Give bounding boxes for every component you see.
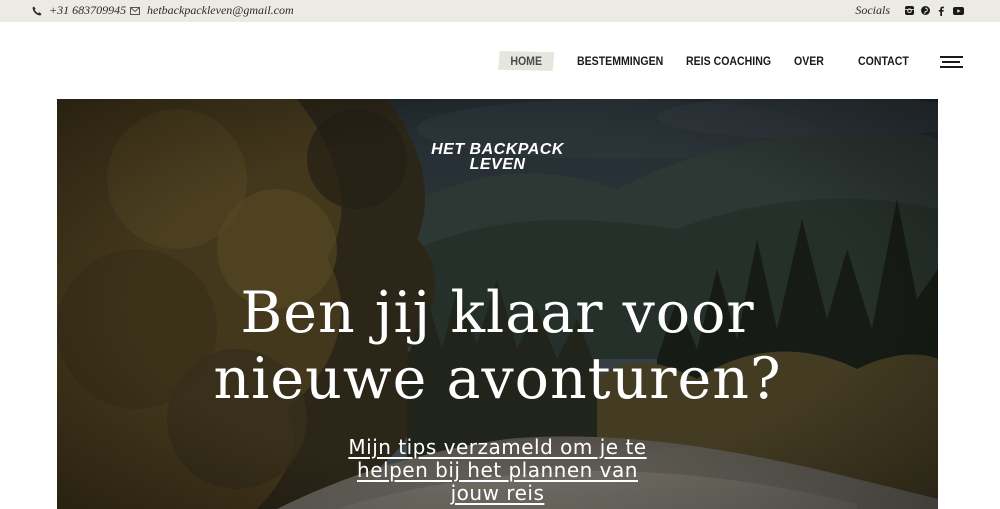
nav-item-reis-coaching[interactable]: REIS COACHING [686,51,771,71]
headline-line-1: Ben jij klaar voor [240,280,755,346]
menu-icon[interactable] [940,56,963,68]
nav-item-bestemmingen[interactable]: BESTEMMINGEN [577,51,663,71]
logo-line-2: LEVEN [469,156,526,173]
phone-contact[interactable]: +31 683709945 [32,3,126,18]
site-logo[interactable]: HET BACKPACK LEVEN [57,141,938,173]
email-contact[interactable]: hetbackpackleven@gmail.com [130,3,294,18]
facebook-icon[interactable] [936,6,946,16]
hero-banner: HET BACKPACK LEVEN Ben jij klaar voor ni… [57,99,938,509]
socials-group: Socials [855,3,964,18]
tips-link[interactable]: Mijn tips verzameld om je te helpen bij … [57,436,938,505]
instagram-icon[interactable] [904,6,914,16]
socials-label: Socials [855,3,890,17]
mail-icon [130,5,140,17]
tips-line-1[interactable]: Mijn tips verzameld om je te [57,436,938,459]
email-address[interactable]: hetbackpackleven@gmail.com [147,3,294,18]
nav-item-contact[interactable]: CONTACT [858,51,909,71]
logo-line-1: HET BACKPACK [431,141,564,158]
phone-number[interactable]: +31 683709945 [49,3,126,18]
nav-item-over[interactable]: OVER [794,51,824,71]
hero-headline: Ben jij klaar voor nieuwe avonturen? [57,280,938,412]
tips-line-2[interactable]: helpen bij het plannen van [57,459,938,482]
phone-icon [32,5,42,17]
youtube-icon[interactable] [952,6,964,16]
top-bar: +31 683709945 hetbackpackleven@gmail.com… [0,0,1000,22]
main-navigation: HOME BESTEMMINGEN REIS COACHING OVER CON… [0,22,1000,99]
nav-item-home[interactable]: HOME [498,51,555,71]
pinterest-icon[interactable] [920,6,930,16]
tips-line-3[interactable]: jouw reis [57,482,938,505]
headline-line-2: nieuwe avonturen? [213,346,782,412]
